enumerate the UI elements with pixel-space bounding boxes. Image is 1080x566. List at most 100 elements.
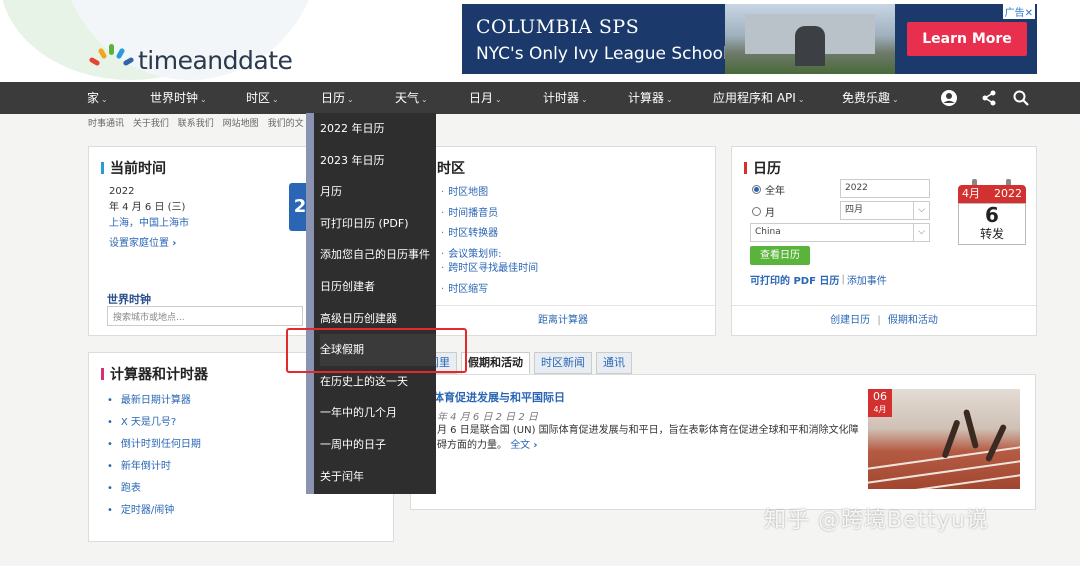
chevron-down-icon: ⌄ bbox=[272, 95, 279, 104]
world-clock-label[interactable]: 世界时钟 bbox=[107, 291, 151, 307]
menu-item-calendar-2023[interactable]: 2023 年日历 bbox=[320, 145, 436, 177]
nav-item-calculators[interactable]: 计算器 ⌄ bbox=[628, 82, 673, 114]
ad-close-label[interactable]: 广告✕ bbox=[1002, 4, 1035, 19]
annotation-highlight-box bbox=[286, 328, 467, 373]
city-search-input[interactable]: 搜索城市或地点... bbox=[107, 306, 303, 326]
calc-link-date[interactable]: 最新日期计算器 bbox=[107, 390, 201, 412]
news-photo[interactable]: 06 4月 bbox=[868, 389, 1020, 489]
calendar-footer: 创建日历 | 假期和活动 bbox=[732, 305, 1036, 335]
tab-timezone-news[interactable]: 时区新闻 bbox=[534, 352, 592, 374]
timezones-title: 时区 bbox=[437, 161, 465, 177]
menu-item-monthly-calendar[interactable]: 月历 bbox=[320, 176, 436, 208]
nav-item-world-clock[interactable]: 世界时钟 ⌄ bbox=[150, 82, 207, 114]
calendar-links: 可打印的 PDF 日历 | 添加事件 bbox=[750, 272, 887, 287]
year-input[interactable]: 2022 bbox=[840, 179, 930, 198]
tz-link-announcer[interactable]: 时间播音员 bbox=[441, 204, 538, 225]
site-header: timeanddate COLUMBIA SPS NYC's Only Ivy … bbox=[0, 0, 1080, 82]
add-event-link[interactable]: 添加事件 bbox=[847, 272, 887, 287]
watermark: 知乎 @跨境Bettyu说 bbox=[764, 508, 989, 533]
menu-item-printable-pdf[interactable]: 可打印日历 (PDF) bbox=[320, 208, 436, 240]
menu-item-months[interactable]: 一年中的几个月 bbox=[320, 397, 436, 429]
crumb-our[interactable]: 我们的文 bbox=[268, 119, 304, 129]
news-headline-link[interactable]: 体育促进发展与和平国际日 bbox=[433, 389, 565, 405]
radio-button[interactable] bbox=[752, 207, 761, 216]
ad-learn-more-button[interactable]: Learn More bbox=[907, 22, 1027, 56]
current-time-title: 当前时间 bbox=[101, 158, 166, 178]
view-calendar-button[interactable]: 查看日历 bbox=[750, 246, 810, 265]
timezones-card: 时区 时区地图 时间播音员 时区转换器 会议策划师: 跨时区寻找最佳时间 时区缩… bbox=[410, 146, 716, 336]
ad-photo bbox=[725, 4, 895, 74]
tz-link-abbreviations[interactable]: 时区缩写 bbox=[441, 280, 538, 301]
country-select[interactable]: China ⌵ bbox=[750, 223, 930, 242]
current-day: 年 4 月 6 日 (三) bbox=[109, 202, 186, 213]
menu-item-leap-year[interactable]: 关于闰年 bbox=[320, 461, 436, 493]
tz-link-best-time[interactable]: 跨时区寻找最佳时间 bbox=[441, 262, 538, 276]
calc-link-x-days[interactable]: X 天是几号? bbox=[107, 412, 201, 434]
logo-sun-icon bbox=[88, 44, 135, 76]
menu-item-add-events[interactable]: 添加您自己的日历事件 bbox=[320, 239, 436, 271]
tz-link-map[interactable]: 时区地图 bbox=[441, 183, 538, 204]
news-panel: 体育促进发展与和平国际日 年 4 月 6 日 2 日 2 日 月 6 日是联合国… bbox=[410, 374, 1036, 510]
calculators-title: 计算器和计时器 bbox=[101, 364, 208, 384]
search-icon[interactable] bbox=[1012, 89, 1030, 107]
read-more-link[interactable]: 全文 › bbox=[510, 440, 537, 451]
radio-full-year[interactable]: 全年 bbox=[752, 182, 785, 197]
create-calendar-link[interactable]: 创建日历 bbox=[830, 315, 870, 326]
share-icon[interactable] bbox=[980, 89, 998, 107]
chevron-down-icon: ⌄ bbox=[892, 95, 899, 104]
tz-link-meeting-planner[interactable]: 会议策划师: bbox=[441, 248, 538, 262]
menu-item-calendar-2022[interactable]: 2022 年日历 bbox=[320, 113, 436, 145]
chevron-down-icon: ⌄ bbox=[347, 95, 354, 104]
set-home-location-link[interactable]: 设置家庭位置 › bbox=[109, 236, 189, 252]
news-date-badge: 06 4月 bbox=[868, 389, 892, 417]
calc-link-countdown[interactable]: 倒计时到任何日期 bbox=[107, 434, 201, 456]
calendar-title: 日历 bbox=[744, 158, 781, 178]
current-year: 2022 bbox=[109, 186, 135, 197]
nav-item-weather[interactable]: 天气 ⌄ bbox=[395, 82, 428, 114]
current-location-link[interactable]: 上海，中国上海市 bbox=[109, 216, 189, 232]
crumb-sitemap[interactable]: 网站地图 bbox=[223, 119, 259, 129]
menu-accent-bar bbox=[306, 113, 314, 494]
chevron-down-icon: ⌄ bbox=[581, 95, 588, 104]
ad-tagline: NYC's Only Ivy League School bbox=[476, 44, 728, 64]
chevron-down-icon: ⌄ bbox=[666, 95, 673, 104]
current-date: 2022 年 4 月 6 日 (三) 上海，中国上海市 设置家庭位置 › bbox=[109, 184, 189, 252]
nav-item-timezones[interactable]: 时区 ⌄ bbox=[246, 82, 279, 114]
nav-item-free-fun[interactable]: 免费乐趣 ⌄ bbox=[842, 82, 899, 114]
tab-newsletter[interactable]: 通讯 bbox=[596, 352, 632, 374]
calc-link-new-year[interactable]: 新年倒计时 bbox=[107, 456, 201, 478]
printable-pdf-link[interactable]: 可打印的 PDF 日历 bbox=[750, 272, 839, 287]
nav-item-sun-moon[interactable]: 日月 ⌄ bbox=[469, 82, 502, 114]
chevron-down-icon: ⌄ bbox=[200, 95, 207, 104]
calc-link-timer[interactable]: 定时器/闹钟 bbox=[107, 500, 201, 522]
user-icon[interactable] bbox=[940, 89, 958, 107]
menu-item-calendar-creator[interactable]: 日历创建者 bbox=[320, 271, 436, 303]
advertisement-banner[interactable]: COLUMBIA SPS NYC's Only Ivy League Schoo… bbox=[462, 4, 1037, 74]
site-logo[interactable]: timeanddate bbox=[88, 44, 293, 76]
crumb-contact[interactable]: 联系我们 bbox=[178, 119, 214, 129]
calendar-card: 日历 全年 月 2022 四月 ⌵ China ⌵ 查看日历 可打印的 PDF 日历… bbox=[731, 146, 1037, 336]
calendar-dropdown-menu: 2022 年日历 2023 年日历 月历 可打印日历 (PDF) 添加您自己的日… bbox=[306, 113, 436, 494]
calendar-date-icon: 4月 2022 6 转发 bbox=[958, 179, 1026, 245]
chevron-down-icon: ⌄ bbox=[421, 95, 428, 104]
crumb-newsletter[interactable]: 时事通讯 bbox=[88, 119, 124, 129]
calculators-list: 最新日期计算器 X 天是几号? 倒计时到任何日期 新年倒计时 跑表 定时器/闹钟 bbox=[107, 390, 201, 522]
holidays-events-link[interactable]: 假期和活动 bbox=[888, 315, 938, 326]
month-select[interactable]: 四月 ⌵ bbox=[840, 201, 930, 220]
nav-item-apps-api[interactable]: 应用程序和 API ⌄ bbox=[713, 82, 805, 114]
tz-link-converter[interactable]: 时区转换器 bbox=[441, 224, 538, 245]
nav-item-home[interactable]: 家 ⌄ bbox=[87, 82, 108, 114]
tab-holidays-events[interactable]: 假期和活动 bbox=[461, 352, 530, 374]
nav-item-calendar[interactable]: 日历 ⌄ bbox=[321, 82, 354, 114]
nav-item-timers[interactable]: 计时器 ⌄ bbox=[543, 82, 588, 114]
chevron-down-icon: ⌄ bbox=[797, 95, 805, 104]
menu-item-weekdays[interactable]: 一周中的日子 bbox=[320, 429, 436, 461]
radio-button[interactable] bbox=[752, 185, 761, 194]
calc-link-stopwatch[interactable]: 跑表 bbox=[107, 478, 201, 500]
radio-month[interactable]: 月 bbox=[752, 204, 775, 219]
timezones-list: 时区地图 时间播音员 时区转换器 会议策划师: 跨时区寻找最佳时间 时区缩写 bbox=[441, 183, 538, 300]
chevron-down-icon: ⌵ bbox=[913, 224, 929, 241]
main-nav: 家 ⌄ 世界时钟 ⌄ 时区 ⌄ 日历 ⌄ 天气 ⌄ 日月 ⌄ 计时器 ⌄ 计算器 ⌄ 应用程序和… bbox=[0, 82, 1080, 114]
logo-text: timeanddate bbox=[138, 45, 293, 75]
crumb-about[interactable]: 关于我们 bbox=[133, 119, 169, 129]
